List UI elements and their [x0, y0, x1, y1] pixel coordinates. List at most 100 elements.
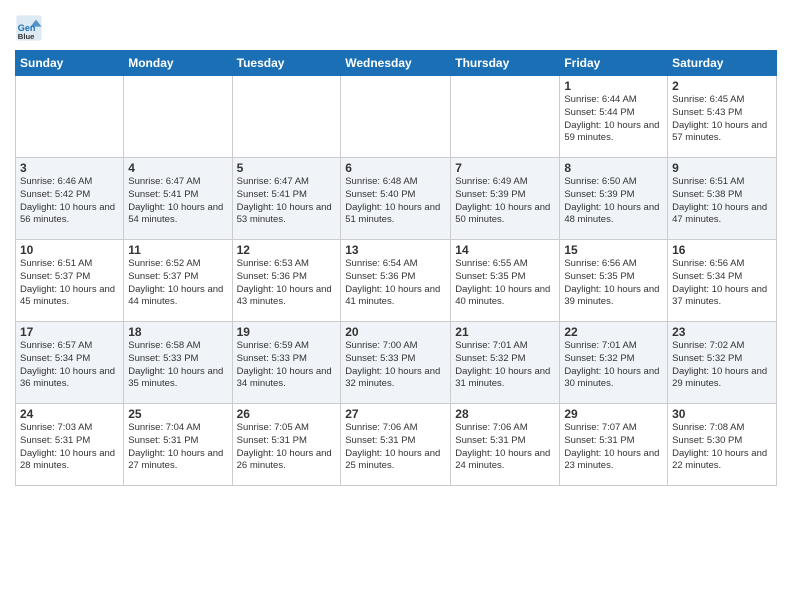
day-info: Sunrise: 6:44 AMSunset: 5:44 PMDaylight:…: [564, 94, 663, 145]
day-number: 20: [345, 325, 446, 339]
day-info: Sunrise: 6:48 AMSunset: 5:40 PMDaylight:…: [345, 176, 446, 227]
weekday-header-tuesday: Tuesday: [232, 51, 341, 76]
calendar-cell: 7Sunrise: 6:49 AMSunset: 5:39 PMDaylight…: [451, 158, 560, 240]
day-number: 11: [128, 243, 227, 257]
calendar-cell: [124, 76, 232, 158]
calendar-cell: 11Sunrise: 6:52 AMSunset: 5:37 PMDayligh…: [124, 240, 232, 322]
day-number: 21: [455, 325, 555, 339]
weekday-header-wednesday: Wednesday: [341, 51, 451, 76]
calendar-cell: 13Sunrise: 6:54 AMSunset: 5:36 PMDayligh…: [341, 240, 451, 322]
logo: Gen Blue: [15, 14, 45, 42]
calendar-cell: 28Sunrise: 7:06 AMSunset: 5:31 PMDayligh…: [451, 404, 560, 486]
day-info: Sunrise: 6:46 AMSunset: 5:42 PMDaylight:…: [20, 176, 119, 227]
day-info: Sunrise: 7:01 AMSunset: 5:32 PMDaylight:…: [564, 340, 663, 391]
day-info: Sunrise: 7:00 AMSunset: 5:33 PMDaylight:…: [345, 340, 446, 391]
calendar-cell: 14Sunrise: 6:55 AMSunset: 5:35 PMDayligh…: [451, 240, 560, 322]
day-number: 30: [672, 407, 772, 421]
day-number: 9: [672, 161, 772, 175]
weekday-header-sunday: Sunday: [16, 51, 124, 76]
day-number: 22: [564, 325, 663, 339]
day-number: 13: [345, 243, 446, 257]
calendar-cell: 6Sunrise: 6:48 AMSunset: 5:40 PMDaylight…: [341, 158, 451, 240]
calendar-cell: 26Sunrise: 7:05 AMSunset: 5:31 PMDayligh…: [232, 404, 341, 486]
calendar-header: SundayMondayTuesdayWednesdayThursdayFrid…: [16, 51, 777, 76]
calendar-table: SundayMondayTuesdayWednesdayThursdayFrid…: [15, 50, 777, 486]
calendar-cell: 5Sunrise: 6:47 AMSunset: 5:41 PMDaylight…: [232, 158, 341, 240]
day-info: Sunrise: 6:58 AMSunset: 5:33 PMDaylight:…: [128, 340, 227, 391]
day-number: 24: [20, 407, 119, 421]
page-header: Gen Blue: [15, 10, 777, 42]
calendar-cell: 1Sunrise: 6:44 AMSunset: 5:44 PMDaylight…: [560, 76, 668, 158]
day-number: 27: [345, 407, 446, 421]
day-number: 23: [672, 325, 772, 339]
day-number: 15: [564, 243, 663, 257]
day-number: 19: [237, 325, 337, 339]
weekday-header-thursday: Thursday: [451, 51, 560, 76]
day-number: 6: [345, 161, 446, 175]
day-info: Sunrise: 6:57 AMSunset: 5:34 PMDaylight:…: [20, 340, 119, 391]
day-info: Sunrise: 6:49 AMSunset: 5:39 PMDaylight:…: [455, 176, 555, 227]
day-info: Sunrise: 6:55 AMSunset: 5:35 PMDaylight:…: [455, 258, 555, 309]
day-info: Sunrise: 7:03 AMSunset: 5:31 PMDaylight:…: [20, 422, 119, 473]
calendar-cell: 21Sunrise: 7:01 AMSunset: 5:32 PMDayligh…: [451, 322, 560, 404]
calendar-cell: 27Sunrise: 7:06 AMSunset: 5:31 PMDayligh…: [341, 404, 451, 486]
calendar-cell: 4Sunrise: 6:47 AMSunset: 5:41 PMDaylight…: [124, 158, 232, 240]
calendar-cell: 20Sunrise: 7:00 AMSunset: 5:33 PMDayligh…: [341, 322, 451, 404]
day-info: Sunrise: 7:05 AMSunset: 5:31 PMDaylight:…: [237, 422, 337, 473]
day-number: 18: [128, 325, 227, 339]
day-number: 5: [237, 161, 337, 175]
day-number: 3: [20, 161, 119, 175]
day-number: 1: [564, 79, 663, 93]
day-number: 28: [455, 407, 555, 421]
calendar-cell: 15Sunrise: 6:56 AMSunset: 5:35 PMDayligh…: [560, 240, 668, 322]
calendar-cell: [341, 76, 451, 158]
calendar-cell: 22Sunrise: 7:01 AMSunset: 5:32 PMDayligh…: [560, 322, 668, 404]
day-number: 17: [20, 325, 119, 339]
calendar-cell: 25Sunrise: 7:04 AMSunset: 5:31 PMDayligh…: [124, 404, 232, 486]
calendar-cell: 18Sunrise: 6:58 AMSunset: 5:33 PMDayligh…: [124, 322, 232, 404]
weekday-header-monday: Monday: [124, 51, 232, 76]
day-info: Sunrise: 7:06 AMSunset: 5:31 PMDaylight:…: [345, 422, 446, 473]
day-info: Sunrise: 7:01 AMSunset: 5:32 PMDaylight:…: [455, 340, 555, 391]
calendar-cell: 8Sunrise: 6:50 AMSunset: 5:39 PMDaylight…: [560, 158, 668, 240]
calendar-cell: 30Sunrise: 7:08 AMSunset: 5:30 PMDayligh…: [668, 404, 777, 486]
logo-icon: Gen Blue: [15, 14, 43, 42]
day-number: 4: [128, 161, 227, 175]
day-info: Sunrise: 6:50 AMSunset: 5:39 PMDaylight:…: [564, 176, 663, 227]
day-number: 10: [20, 243, 119, 257]
day-info: Sunrise: 6:56 AMSunset: 5:34 PMDaylight:…: [672, 258, 772, 309]
day-number: 8: [564, 161, 663, 175]
day-info: Sunrise: 7:06 AMSunset: 5:31 PMDaylight:…: [455, 422, 555, 473]
calendar-cell: [232, 76, 341, 158]
day-number: 16: [672, 243, 772, 257]
day-info: Sunrise: 6:56 AMSunset: 5:35 PMDaylight:…: [564, 258, 663, 309]
day-info: Sunrise: 6:52 AMSunset: 5:37 PMDaylight:…: [128, 258, 227, 309]
day-number: 7: [455, 161, 555, 175]
calendar-cell: 12Sunrise: 6:53 AMSunset: 5:36 PMDayligh…: [232, 240, 341, 322]
calendar-cell: 23Sunrise: 7:02 AMSunset: 5:32 PMDayligh…: [668, 322, 777, 404]
day-info: Sunrise: 7:02 AMSunset: 5:32 PMDaylight:…: [672, 340, 772, 391]
day-number: 29: [564, 407, 663, 421]
day-number: 12: [237, 243, 337, 257]
weekday-header-saturday: Saturday: [668, 51, 777, 76]
day-info: Sunrise: 6:54 AMSunset: 5:36 PMDaylight:…: [345, 258, 446, 309]
calendar-cell: 17Sunrise: 6:57 AMSunset: 5:34 PMDayligh…: [16, 322, 124, 404]
calendar-cell: 19Sunrise: 6:59 AMSunset: 5:33 PMDayligh…: [232, 322, 341, 404]
day-info: Sunrise: 6:59 AMSunset: 5:33 PMDaylight:…: [237, 340, 337, 391]
weekday-header-row: SundayMondayTuesdayWednesdayThursdayFrid…: [16, 51, 777, 76]
day-info: Sunrise: 7:04 AMSunset: 5:31 PMDaylight:…: [128, 422, 227, 473]
page-container: Gen Blue SundayMondayTuesdayWednesdayThu…: [0, 0, 792, 491]
day-info: Sunrise: 6:45 AMSunset: 5:43 PMDaylight:…: [672, 94, 772, 145]
day-number: 26: [237, 407, 337, 421]
day-info: Sunrise: 6:47 AMSunset: 5:41 PMDaylight:…: [237, 176, 337, 227]
calendar-cell: [16, 76, 124, 158]
calendar-week-5: 24Sunrise: 7:03 AMSunset: 5:31 PMDayligh…: [16, 404, 777, 486]
day-info: Sunrise: 6:51 AMSunset: 5:38 PMDaylight:…: [672, 176, 772, 227]
calendar-week-1: 1Sunrise: 6:44 AMSunset: 5:44 PMDaylight…: [16, 76, 777, 158]
day-info: Sunrise: 7:08 AMSunset: 5:30 PMDaylight:…: [672, 422, 772, 473]
calendar-cell: 3Sunrise: 6:46 AMSunset: 5:42 PMDaylight…: [16, 158, 124, 240]
calendar-cell: 29Sunrise: 7:07 AMSunset: 5:31 PMDayligh…: [560, 404, 668, 486]
day-number: 25: [128, 407, 227, 421]
calendar-cell: 24Sunrise: 7:03 AMSunset: 5:31 PMDayligh…: [16, 404, 124, 486]
day-info: Sunrise: 6:47 AMSunset: 5:41 PMDaylight:…: [128, 176, 227, 227]
